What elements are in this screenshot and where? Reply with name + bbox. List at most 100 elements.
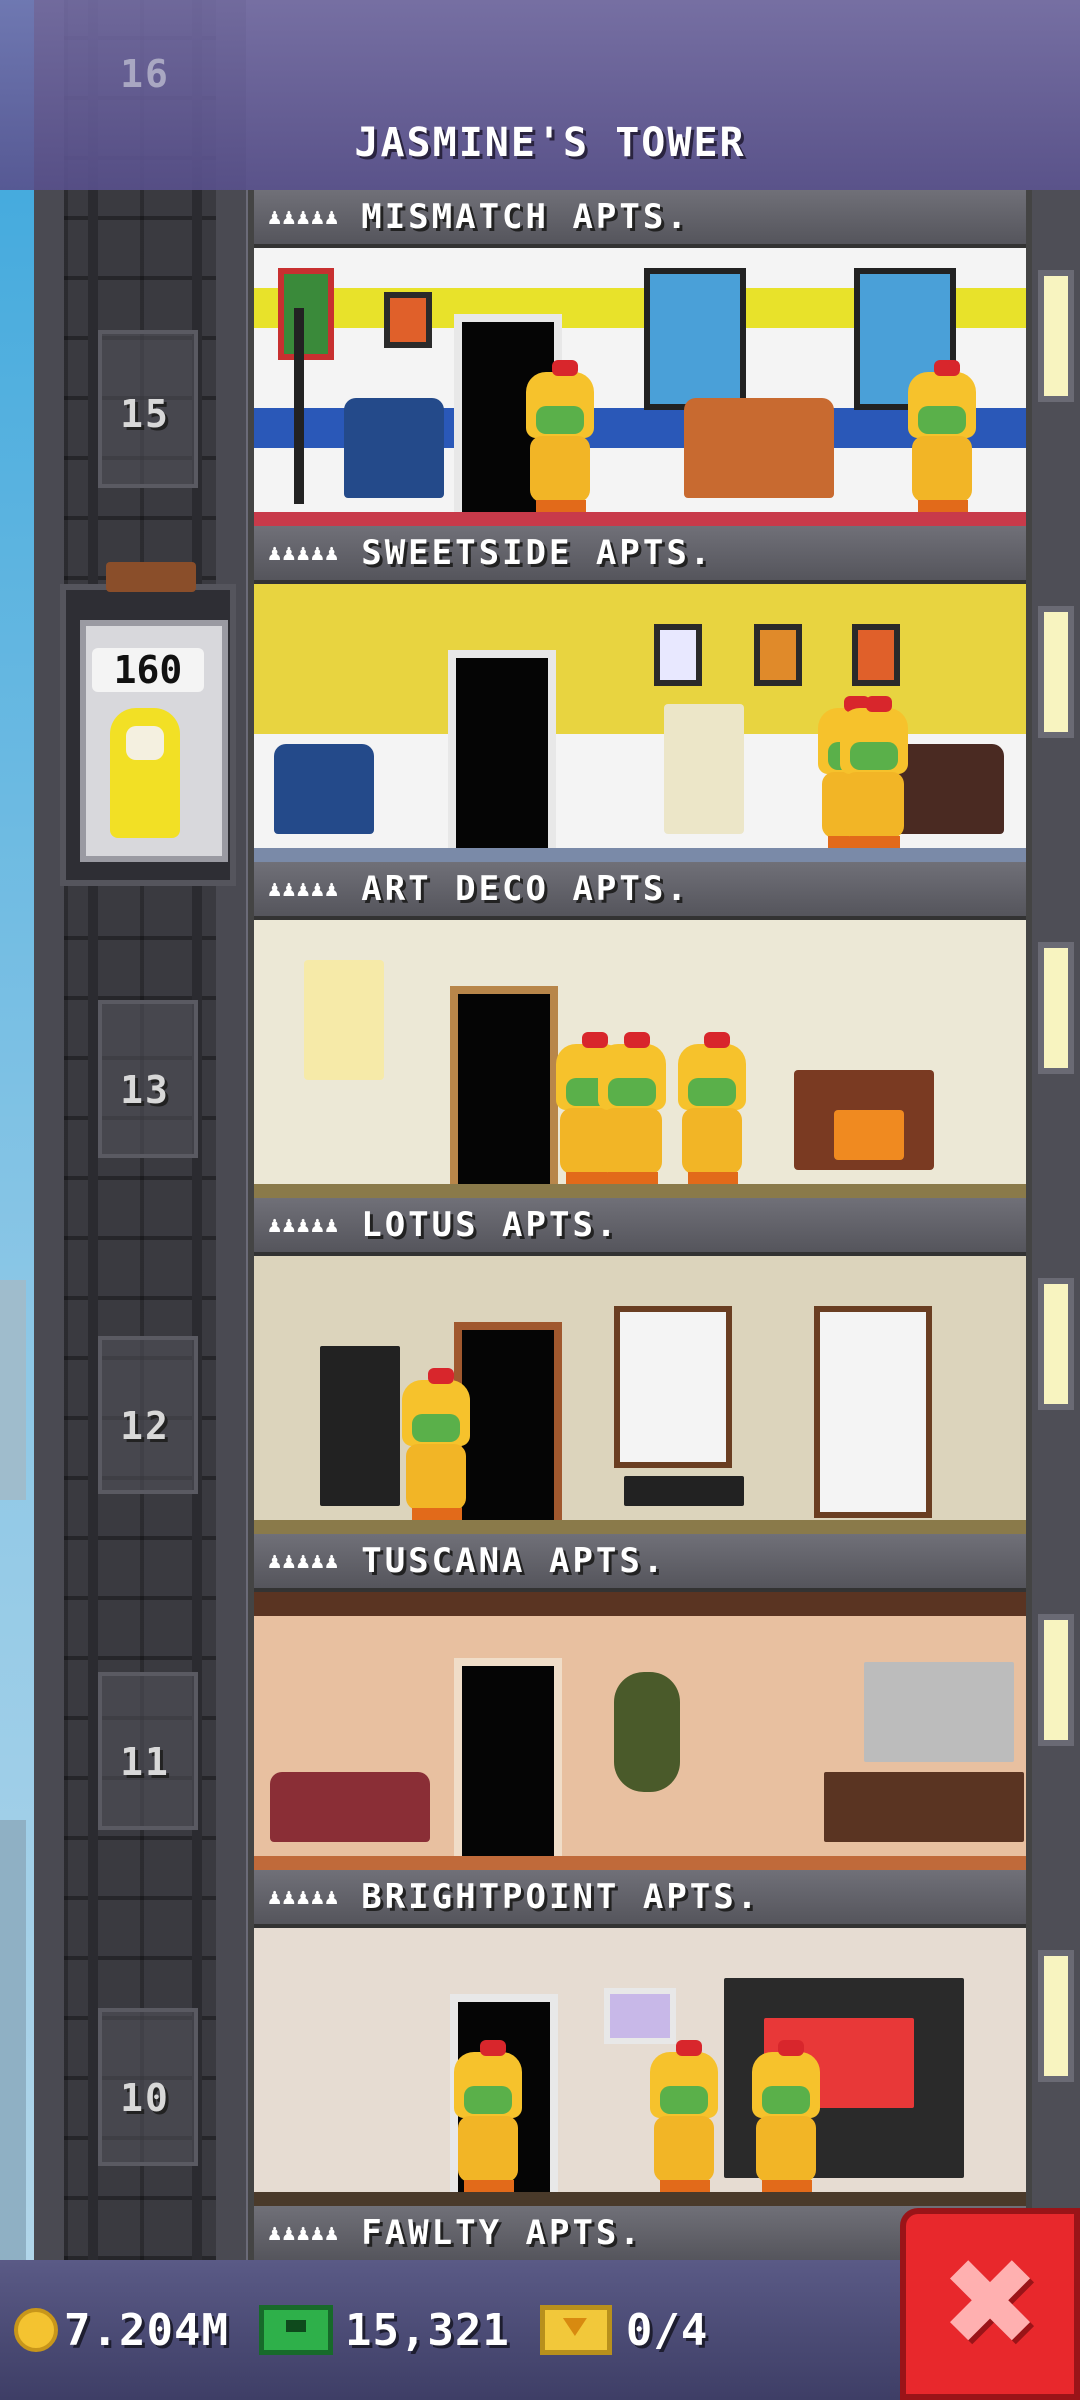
kitchen-cabinet bbox=[864, 1662, 1014, 1762]
window bbox=[814, 1306, 932, 1518]
fire bbox=[834, 1110, 904, 1160]
painting bbox=[278, 268, 334, 360]
floor-label-bar: ♟♟♟♟♟ TUSCANA APTS. bbox=[254, 1534, 1026, 1592]
floor-name: TUSCANA APTS. bbox=[361, 1541, 667, 1581]
tickets-value: 0/4 bbox=[625, 2304, 709, 2356]
bux-stat: 15,321 bbox=[229, 2305, 510, 2356]
floor-art-deco-apts[interactable]: ♟♟♟♟♟ ART DECO APTS. bbox=[248, 862, 1032, 1198]
low-table bbox=[624, 1476, 744, 1506]
elevator-motor bbox=[106, 562, 196, 592]
wall-sconce bbox=[304, 960, 384, 1080]
painting bbox=[654, 624, 702, 686]
resident-character[interactable] bbox=[522, 360, 598, 512]
room-interior bbox=[254, 1592, 1026, 1870]
apartment-door bbox=[454, 1658, 562, 1856]
resident-character[interactable] bbox=[594, 1032, 670, 1184]
elevator-rail bbox=[88, 0, 98, 2260]
room-interior bbox=[254, 1928, 1026, 2206]
coins-stat: 7.204M bbox=[0, 2305, 229, 2356]
resident-character[interactable] bbox=[748, 2040, 824, 2192]
wall-light bbox=[1038, 270, 1074, 402]
floor-sweetside-apts[interactable]: ♟♟♟♟♟ SWEETSIDE APTS. bbox=[248, 526, 1032, 862]
floor-lotus-apts[interactable]: ♟♟♟♟♟ LOTUS APTS. bbox=[248, 1198, 1032, 1534]
painting bbox=[852, 624, 900, 686]
floorboard bbox=[254, 848, 1026, 862]
resident-character[interactable] bbox=[674, 1032, 750, 1184]
floorboard bbox=[254, 2192, 1026, 2206]
resident-character[interactable] bbox=[904, 360, 980, 512]
floor-number-12: 12 bbox=[120, 1404, 170, 1448]
wall-light bbox=[1038, 942, 1074, 1074]
wall-light bbox=[1038, 1278, 1074, 1410]
residents-icons: ♟♟♟♟♟ bbox=[268, 2220, 340, 2246]
floor-label-bar: ♟♟♟♟♟ MISMATCH APTS. bbox=[254, 190, 1026, 248]
floor-name: FAWLTY APTS. bbox=[361, 2213, 643, 2253]
residents-icons: ♟♟♟♟♟ bbox=[268, 876, 340, 902]
floor-label-bar: ♟♟♟♟♟ SWEETSIDE APTS. bbox=[254, 526, 1026, 584]
floor-brightpoint-apts[interactable]: ♟♟♟♟♟ BRIGHTPOINT APTS. bbox=[248, 1870, 1032, 2206]
floor-number-15: 15 bbox=[120, 392, 170, 436]
floor-label-bar: ♟♟♟♟♟ ART DECO APTS. bbox=[254, 862, 1026, 920]
coins-value: 7.204M bbox=[64, 2304, 229, 2356]
bookshelf bbox=[320, 1346, 400, 1506]
background-building bbox=[0, 1820, 26, 2260]
kitchen-counter bbox=[824, 1772, 1024, 1842]
floorboard bbox=[254, 512, 1026, 526]
floorboard bbox=[254, 1184, 1026, 1198]
residents-icons: ♟♟♟♟♟ bbox=[268, 1884, 340, 1910]
couch bbox=[270, 1772, 430, 1842]
residents-icons: ♟♟♟♟♟ bbox=[268, 1212, 340, 1238]
armchair bbox=[344, 398, 444, 498]
floor-name: MISMATCH APTS. bbox=[361, 197, 690, 237]
elevator-rider-face bbox=[126, 726, 164, 760]
residents-icons: ♟♟♟♟♟ bbox=[268, 540, 340, 566]
close-icon: ✖ bbox=[939, 2234, 1041, 2373]
resident-character[interactable] bbox=[398, 1368, 474, 1520]
armchair bbox=[274, 744, 374, 834]
room-interior bbox=[254, 1256, 1026, 1534]
arcade-machine bbox=[664, 704, 744, 834]
resident-character[interactable] bbox=[450, 2040, 526, 2192]
window bbox=[614, 1306, 732, 1468]
window bbox=[644, 268, 746, 410]
floor-number-16: 16 bbox=[120, 52, 170, 96]
elevator-car[interactable]: 160 bbox=[60, 562, 236, 886]
background-building bbox=[0, 1280, 26, 1500]
wall-light bbox=[1038, 1950, 1074, 2082]
wall-light bbox=[1038, 1614, 1074, 1746]
painting bbox=[604, 1988, 676, 2044]
close-button[interactable]: ✖ bbox=[900, 2208, 1080, 2400]
tickets-stat: 0/4 bbox=[510, 2305, 708, 2356]
elevator-occupancy: 160 bbox=[92, 648, 204, 692]
floor-name: SWEETSIDE APTS. bbox=[361, 533, 714, 573]
floor-name: BRIGHTPOINT APTS. bbox=[361, 1877, 761, 1917]
floor-number-11: 11 bbox=[120, 1740, 170, 1784]
residents-icons: ♟♟♟♟♟ bbox=[268, 1548, 340, 1574]
room-interior bbox=[254, 584, 1026, 862]
resident-character[interactable] bbox=[836, 696, 912, 848]
residents-icons: ♟♟♟♟♟ bbox=[268, 204, 340, 230]
coin-icon bbox=[14, 2308, 58, 2352]
painting bbox=[384, 292, 432, 348]
floor-lamp bbox=[294, 308, 304, 504]
floor-label-bar: ♟♟♟♟♟ BRIGHTPOINT APTS. bbox=[254, 1870, 1026, 1928]
floor-mismatch-apts[interactable]: ♟♟♟♟♟ MISMATCH APTS. bbox=[248, 190, 1032, 526]
tower-title: JASMINE'S TOWER bbox=[354, 120, 746, 166]
room-interior bbox=[254, 248, 1026, 526]
floor-name: ART DECO APTS. bbox=[361, 869, 690, 909]
tower-title-banner: 16 JASMINE'S TOWER bbox=[0, 0, 1080, 190]
room-interior bbox=[254, 920, 1026, 1198]
resident-character[interactable] bbox=[646, 2040, 722, 2192]
floor-number-10: 10 bbox=[120, 2076, 170, 2120]
floor-tuscana-apts[interactable]: ♟♟♟♟♟ TUSCANA APTS. bbox=[248, 1534, 1032, 1870]
floorboard bbox=[254, 1520, 1026, 1534]
floor-name: LOTUS APTS. bbox=[361, 1205, 620, 1245]
floorboard bbox=[254, 1856, 1026, 1870]
bux-value: 15,321 bbox=[344, 2304, 510, 2356]
potted-tree bbox=[614, 1672, 680, 1792]
wall-light bbox=[1038, 606, 1074, 738]
apartment-door bbox=[448, 650, 556, 848]
painting bbox=[754, 624, 802, 686]
couch bbox=[684, 398, 834, 498]
bux-icon bbox=[258, 2305, 333, 2355]
